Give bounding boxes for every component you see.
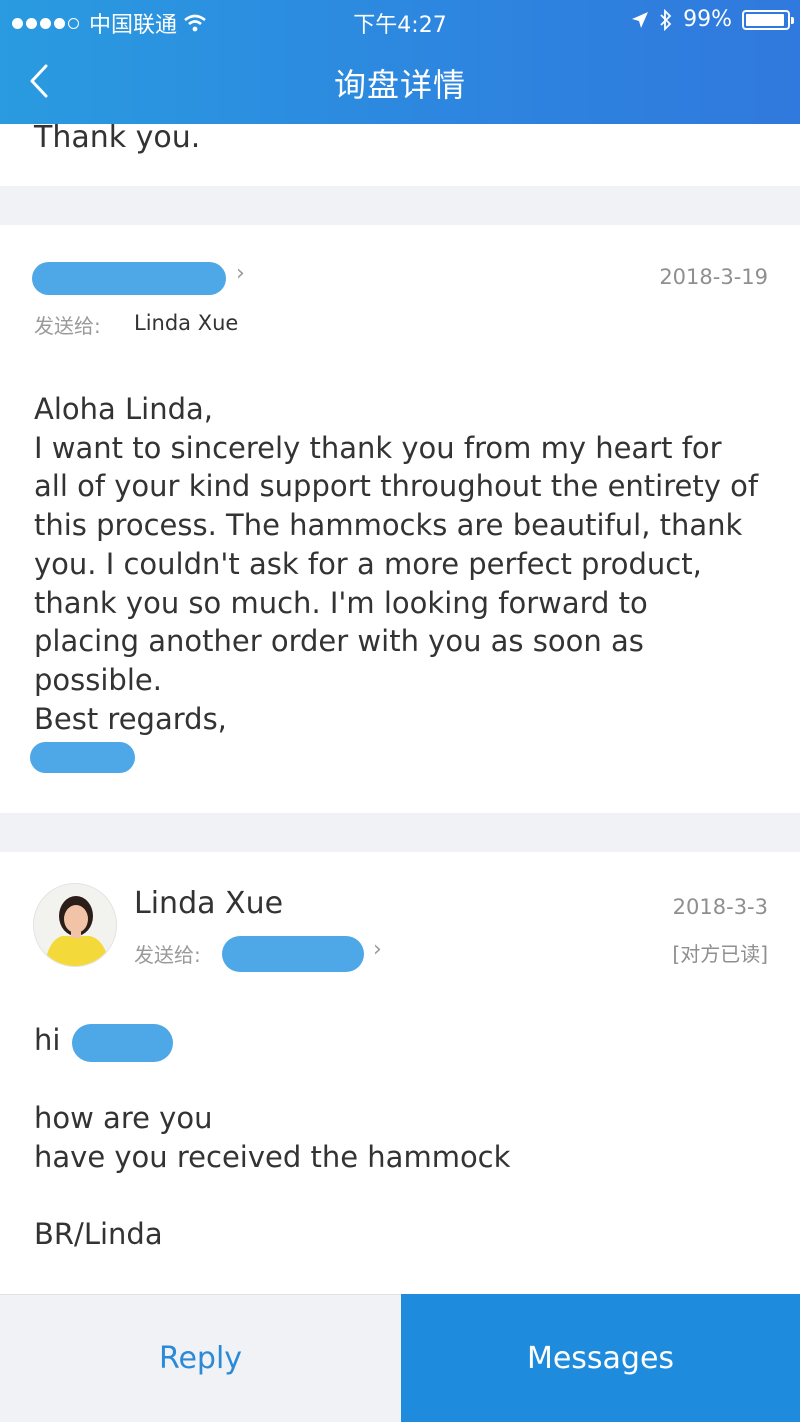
app-header: 中国联通 下午4:27 99% 询盘详情	[0, 0, 800, 124]
message-date: 2018-3-3	[672, 895, 768, 919]
battery-icon	[742, 9, 794, 30]
greeting-name-redaction	[72, 1024, 173, 1062]
recipient-name: Linda Xue	[134, 311, 239, 335]
battery-percent: 99%	[683, 7, 732, 32]
status-bar: 中国联通 下午4:27 99%	[0, 0, 800, 40]
previous-message-text: Thank you.	[34, 124, 201, 155]
send-to-label: 发送给:	[34, 314, 101, 338]
chevron-right-icon[interactable]: ›	[236, 261, 245, 286]
message-body: how are you have you received the hammoc…	[34, 1101, 511, 1252]
send-to-label: 发送给:	[134, 943, 201, 967]
author-name: Linda Xue	[134, 886, 284, 921]
message-date: 2018-3-19	[659, 265, 768, 289]
location-arrow-icon	[632, 11, 649, 28]
previous-message-card: Thank you.	[0, 124, 800, 186]
signature-redaction	[30, 742, 135, 773]
message-body: Aloha Linda, I want to sincerely thank y…	[34, 392, 759, 736]
status-right: 99%	[631, 7, 794, 32]
chevron-right-icon[interactable]: ›	[373, 937, 382, 962]
message-card: Linda Xue 2018-3-3 发送给: › [对方已读] hi how …	[0, 852, 800, 1294]
bottom-action-bar: Reply Messages	[0, 1294, 800, 1422]
read-status-badge: [对方已读]	[672, 942, 768, 966]
bluetooth-icon	[660, 8, 672, 31]
message-card: › 2018-3-19 发送给: Linda Xue Aloha Linda, …	[0, 225, 800, 813]
user-photo-icon	[34, 884, 116, 966]
avatar[interactable]	[33, 883, 117, 967]
reply-button[interactable]: Reply	[0, 1294, 401, 1422]
sender-name-redaction[interactable]	[32, 262, 226, 295]
page-title: 询盘详情	[333, 66, 466, 104]
messages-button[interactable]: Messages	[401, 1294, 800, 1422]
recipient-name-redaction[interactable]	[222, 936, 364, 972]
